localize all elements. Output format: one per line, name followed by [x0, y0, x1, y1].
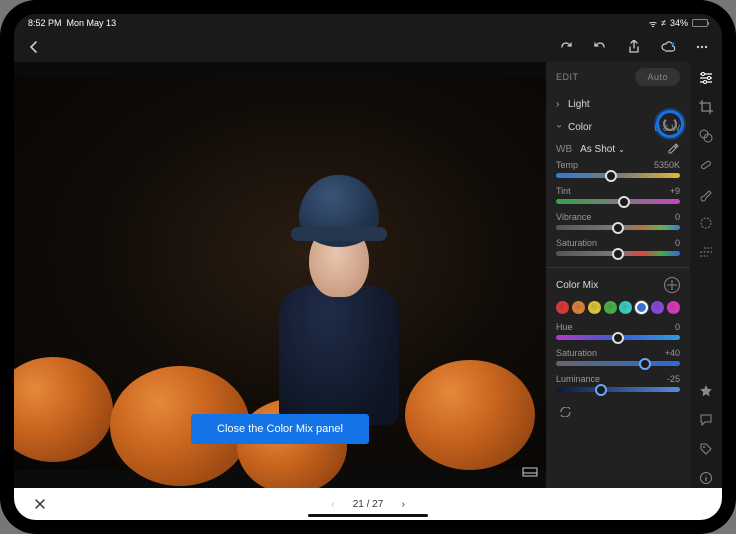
battery-percent: 34%: [670, 18, 688, 28]
temp-slider[interactable]: Temp5350K: [556, 158, 680, 184]
app-toolbar: [14, 32, 722, 62]
edit-panel: EDIT Auto ›Light ›Color B & W WB As Shot…: [546, 62, 690, 488]
wifi-icon: ᯤ: [649, 17, 657, 30]
saturation-slider[interactable]: Saturation0: [556, 236, 680, 262]
swatch-0[interactable]: [556, 301, 569, 314]
light-label: Light: [568, 99, 590, 110]
redo-button[interactable]: [556, 37, 576, 57]
battery-icon: [692, 19, 708, 27]
heal-icon[interactable]: [696, 155, 716, 175]
radial-icon[interactable]: [696, 213, 716, 233]
chevron-down-icon: ›: [554, 125, 565, 131]
close-tutorial-button[interactable]: [30, 494, 50, 514]
back-button[interactable]: [24, 37, 44, 57]
tint-slider[interactable]: Tint+9: [556, 184, 680, 210]
chevron-right-icon: ›: [556, 99, 562, 110]
wb-preset-select[interactable]: As Shot⌄: [580, 144, 625, 155]
mix-saturation-slider[interactable]: Saturation+40: [556, 346, 680, 372]
swatch-3[interactable]: [604, 301, 617, 314]
more-button[interactable]: [692, 37, 712, 57]
swatch-4[interactable]: [619, 301, 632, 314]
next-step-button[interactable]: ›: [393, 494, 413, 514]
vibrance-slider[interactable]: Vibrance0: [556, 210, 680, 236]
colormix-target-button[interactable]: [664, 277, 680, 293]
status-date: Mon May 13: [67, 18, 117, 28]
reset-icon[interactable]: [556, 402, 576, 422]
comment-icon[interactable]: [696, 410, 716, 430]
brush-icon[interactable]: [696, 184, 716, 204]
photo-preview: [14, 76, 546, 470]
colormix-label: Color Mix: [556, 280, 598, 291]
edit-sliders-icon[interactable]: [696, 68, 716, 88]
luminance-slider[interactable]: Luminance-25: [556, 372, 680, 398]
swatch-2[interactable]: [588, 301, 601, 314]
photo-canvas[interactable]: Close the Color Mix panel: [14, 62, 546, 488]
wb-eyedropper-button[interactable]: [666, 142, 680, 156]
star-icon[interactable]: [696, 381, 716, 401]
coach-tooltip[interactable]: Close the Color Mix panel: [191, 414, 369, 444]
info-icon[interactable]: [696, 468, 716, 488]
step-counter: 21 / 27: [353, 499, 384, 510]
status-bar: 8:52 PM Mon May 13 ᯤ ≠ 34%: [14, 14, 722, 32]
swatch-6[interactable]: [651, 301, 664, 314]
filmstrip-toggle-icon[interactable]: [520, 462, 540, 482]
tag-icon[interactable]: [696, 439, 716, 459]
color-target-adjust-button[interactable]: [656, 110, 684, 138]
flash-icon: ≠: [661, 18, 666, 28]
linear-icon[interactable]: [696, 242, 716, 262]
swatch-5[interactable]: [635, 301, 648, 314]
undo-button[interactable]: [590, 37, 610, 57]
auto-button[interactable]: Auto: [635, 68, 680, 86]
colormix-swatches: [556, 297, 680, 320]
presets-icon[interactable]: [696, 126, 716, 146]
chevron-down-icon: ⌄: [618, 145, 625, 154]
status-time: 8:52 PM: [28, 18, 62, 28]
swatch-7[interactable]: [667, 301, 680, 314]
tool-column: [690, 62, 722, 488]
edit-panel-title: EDIT: [556, 72, 579, 82]
wb-label: WB: [556, 144, 572, 155]
home-indicator[interactable]: [308, 514, 428, 517]
hue-slider[interactable]: Hue0: [556, 320, 680, 346]
prev-step-button[interactable]: ‹: [323, 494, 343, 514]
color-label: Color: [568, 122, 592, 133]
cloud-button[interactable]: [658, 37, 678, 57]
share-button[interactable]: [624, 37, 644, 57]
crop-icon[interactable]: [696, 97, 716, 117]
swatch-1[interactable]: [572, 301, 585, 314]
